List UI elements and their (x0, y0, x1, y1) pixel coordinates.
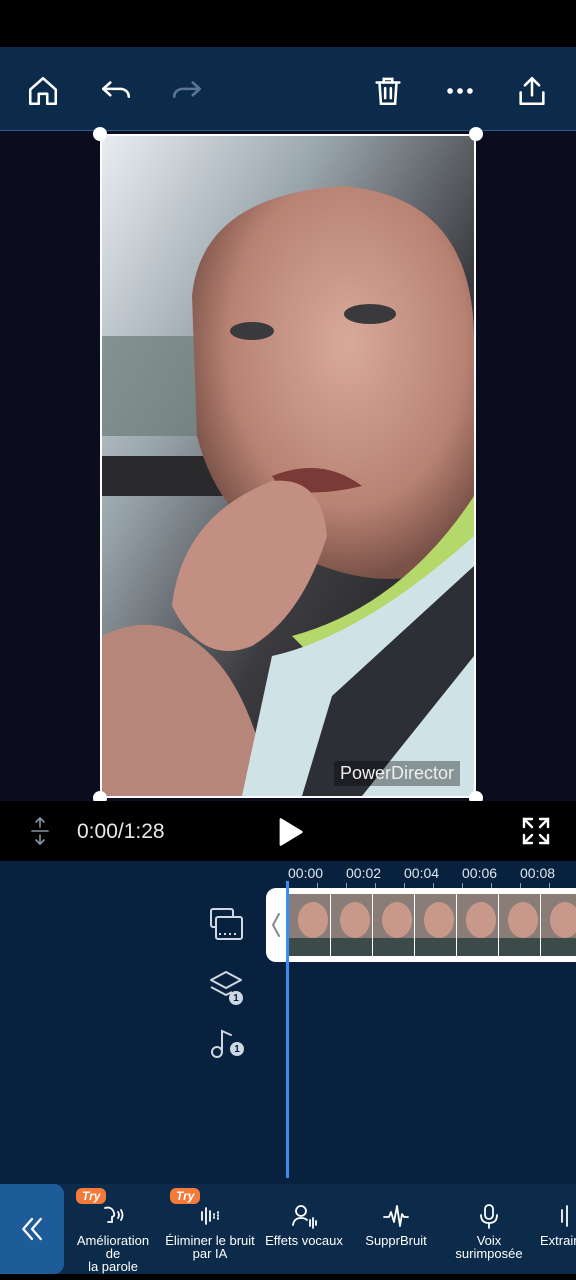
more-icon (447, 88, 473, 94)
tool-label: Effets vocaux (265, 1233, 343, 1248)
audio-tools-bar: Try Amélioration de la parole Try Élimin… (0, 1184, 576, 1274)
tool-extract[interactable]: Extrair (538, 1202, 576, 1247)
ai-denoise-icon (201, 1207, 219, 1225)
clip-thumbnail (373, 894, 414, 956)
collapse-button[interactable] (0, 1184, 64, 1274)
video-track-button[interactable] (206, 905, 246, 945)
fullscreen-icon[interactable] (520, 815, 552, 847)
crop-handle-top-left[interactable] (93, 127, 107, 141)
tool-ai-denoise[interactable]: Try Éliminer le bruit par IA (160, 1188, 260, 1261)
export-icon (519, 76, 545, 106)
play-icon[interactable] (276, 817, 304, 847)
tool-voiceover[interactable]: Voix surimposée (448, 1202, 530, 1260)
clip-thumbnail (499, 894, 540, 956)
speech-enhance-icon (104, 1206, 124, 1223)
clip-thumbnail (331, 894, 372, 956)
resize-panel-icon[interactable] (28, 815, 52, 847)
clip-thumbnail (289, 894, 330, 956)
ruler-label: 00:04 (404, 865, 440, 881)
home-icon (28, 76, 58, 106)
clip-thumbnail (541, 894, 576, 956)
voice-effects-icon (292, 1205, 317, 1229)
watermark: PowerDirector (333, 761, 460, 786)
extract-audio-icon (561, 1205, 568, 1227)
ruler-label: 00:08 (520, 865, 556, 881)
waveform-icon (383, 1205, 409, 1227)
tool-label: Amélioration de la parole (76, 1233, 150, 1274)
tool-label: SupprBruit (365, 1233, 427, 1248)
ruler-label: 00:00 (288, 865, 324, 881)
video-still-image (102, 136, 474, 796)
tool-label: Voix surimposée (455, 1233, 523, 1261)
undo-icon (101, 81, 131, 98)
try-badge: Try (76, 1188, 107, 1204)
video-track-icon (210, 908, 243, 940)
playback-bar: 0:00/1:28 (0, 801, 576, 861)
double-chevron-left-icon (22, 1217, 42, 1241)
trash-icon (375, 77, 401, 106)
crop-handle-top-right[interactable] (469, 127, 483, 141)
playback-time: 0:00/1:28 (77, 820, 165, 843)
delete-button[interactable] (368, 71, 408, 111)
more-options-button[interactable] (440, 71, 480, 111)
tool-noise-removal[interactable]: SupprBruit (360, 1202, 432, 1247)
top-toolbar (0, 47, 576, 131)
redo-icon (172, 81, 202, 98)
video-frame[interactable]: PowerDirector (100, 134, 476, 798)
ruler-label: 00:06 (462, 865, 498, 881)
timeline: 00:00 00:02 00:04 00:06 00:08 1 1 (0, 861, 576, 1184)
tool-voice-effects[interactable]: Effets vocaux (262, 1202, 346, 1247)
status-bar (0, 0, 576, 47)
home-button[interactable] (23, 71, 63, 111)
export-button[interactable] (512, 71, 552, 111)
clip-thumbnail (457, 894, 498, 956)
audio-count-badge: 1 (230, 1042, 244, 1056)
tool-label: Éliminer le bruit par IA (165, 1233, 255, 1261)
tool-label: Extrair (540, 1233, 576, 1247)
video-clip[interactable] (266, 888, 576, 962)
ruler-label: 00:02 (346, 865, 382, 881)
microphone-icon (480, 1204, 498, 1229)
try-badge: Try (170, 1188, 201, 1204)
layer-count-badge: 1 (229, 991, 243, 1005)
audio-track-button[interactable]: 1 (206, 1025, 246, 1065)
undo-button[interactable] (96, 71, 136, 111)
overlay-track-button[interactable]: 1 (206, 967, 246, 1007)
tool-speech-enhance[interactable]: Try Amélioration de la parole (70, 1188, 156, 1274)
video-preview: PowerDirector (0, 127, 576, 805)
trim-handle-icon[interactable] (271, 912, 281, 938)
clip-thumbnail (415, 894, 456, 956)
playhead[interactable] (286, 881, 289, 1178)
redo-button[interactable] (167, 71, 207, 111)
bottom-edge (0, 1274, 576, 1280)
